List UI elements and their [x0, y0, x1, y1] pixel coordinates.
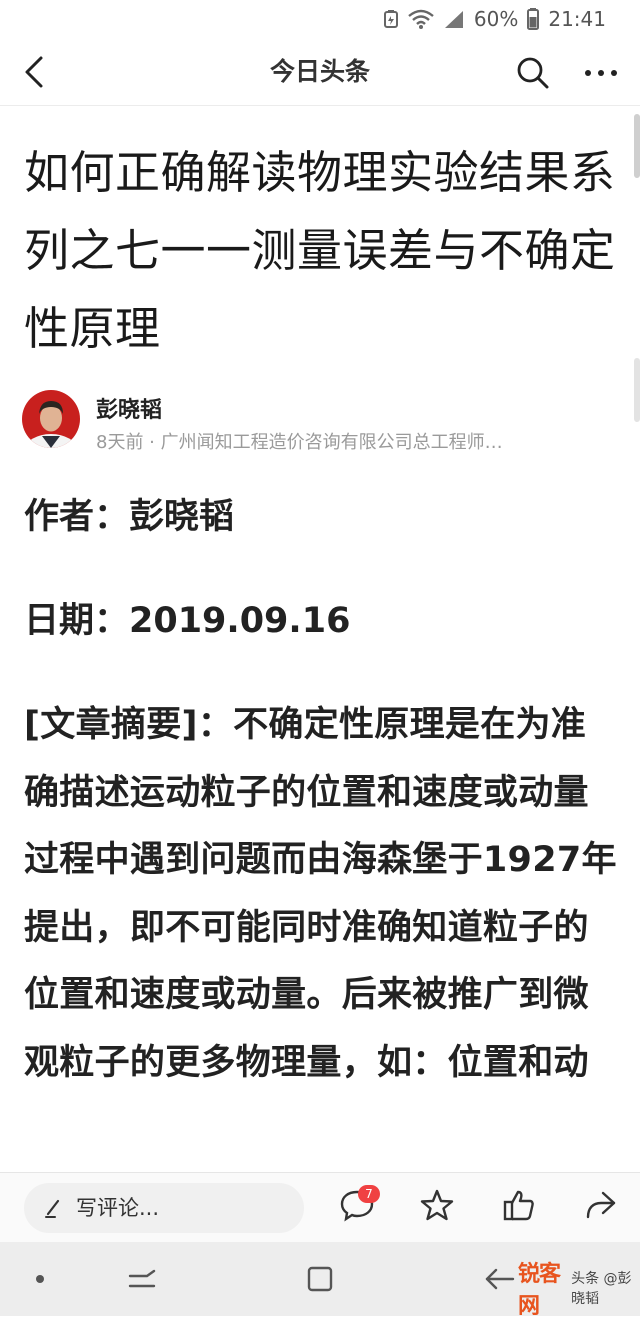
signal-icon	[443, 9, 465, 29]
battery-saver-icon	[383, 10, 399, 28]
scrollbar-track-marker	[634, 358, 640, 422]
like-button[interactable]	[496, 1183, 542, 1231]
comment-input[interactable]: 写评论...	[24, 1183, 304, 1233]
share-button[interactable]	[578, 1183, 624, 1231]
author-meta: 8天前 · 广州闻知工程造价咨询有限公司总工程师…	[96, 432, 503, 453]
like-icon	[501, 1187, 537, 1227]
wifi-icon	[408, 9, 434, 29]
star-icon	[419, 1187, 455, 1227]
home-icon[interactable]	[296, 1256, 344, 1302]
battery-percent: 60%	[473, 7, 519, 31]
dot-icon[interactable]	[16, 1256, 64, 1302]
article-content[interactable]: 如何正确解读物理实验结果系列之七一一测量误差与不确定性原理 彭晓韬 8天前 · …	[0, 106, 640, 1172]
comment-count-badge: 7	[358, 1185, 380, 1203]
search-icon[interactable]	[512, 52, 554, 94]
pen-icon	[42, 1196, 66, 1220]
clock: 21:41	[548, 7, 606, 31]
comment-placeholder: 写评论...	[76, 1196, 160, 1220]
top-nav-bar: 今日头条	[0, 38, 640, 106]
scrollbar[interactable]	[634, 114, 640, 178]
author-line: 作者：彭晓韬	[24, 497, 235, 537]
back-arrow-icon[interactable]	[476, 1256, 524, 1302]
date-line: 日期：2019.09.16	[24, 601, 351, 641]
avatar[interactable]	[22, 390, 80, 448]
battery-icon	[527, 8, 540, 30]
bottom-action-bar: 写评论... 7	[0, 1172, 640, 1242]
comment-button[interactable]: 7	[334, 1183, 380, 1231]
share-icon	[583, 1187, 619, 1227]
favorite-button[interactable]	[414, 1183, 460, 1231]
more-icon[interactable]	[578, 52, 624, 94]
watermark-logo: 锐客网	[518, 1262, 561, 1319]
watermark: 锐客网 头条 @彭晓韬	[518, 1262, 640, 1319]
status-bar: 60% 21:41	[0, 0, 640, 38]
back-icon[interactable]	[16, 52, 52, 92]
article-title: 如何正确解读物理实验结果系列之七一一测量误差与不确定性原理	[24, 146, 616, 355]
summary-paragraph: [文章摘要]：不确定性原理是在为准确描述运动粒子的位置和速度或动量过程中遇到问题…	[24, 705, 617, 1083]
recent-apps-icon[interactable]	[118, 1256, 166, 1302]
author-name[interactable]: 彭晓韬	[96, 392, 162, 424]
author-row[interactable]: 彭晓韬 8天前 · 广州闻知工程造价咨询有限公司总工程师…	[22, 388, 622, 460]
watermark-text: 头条 @彭晓韬	[571, 1271, 632, 1307]
